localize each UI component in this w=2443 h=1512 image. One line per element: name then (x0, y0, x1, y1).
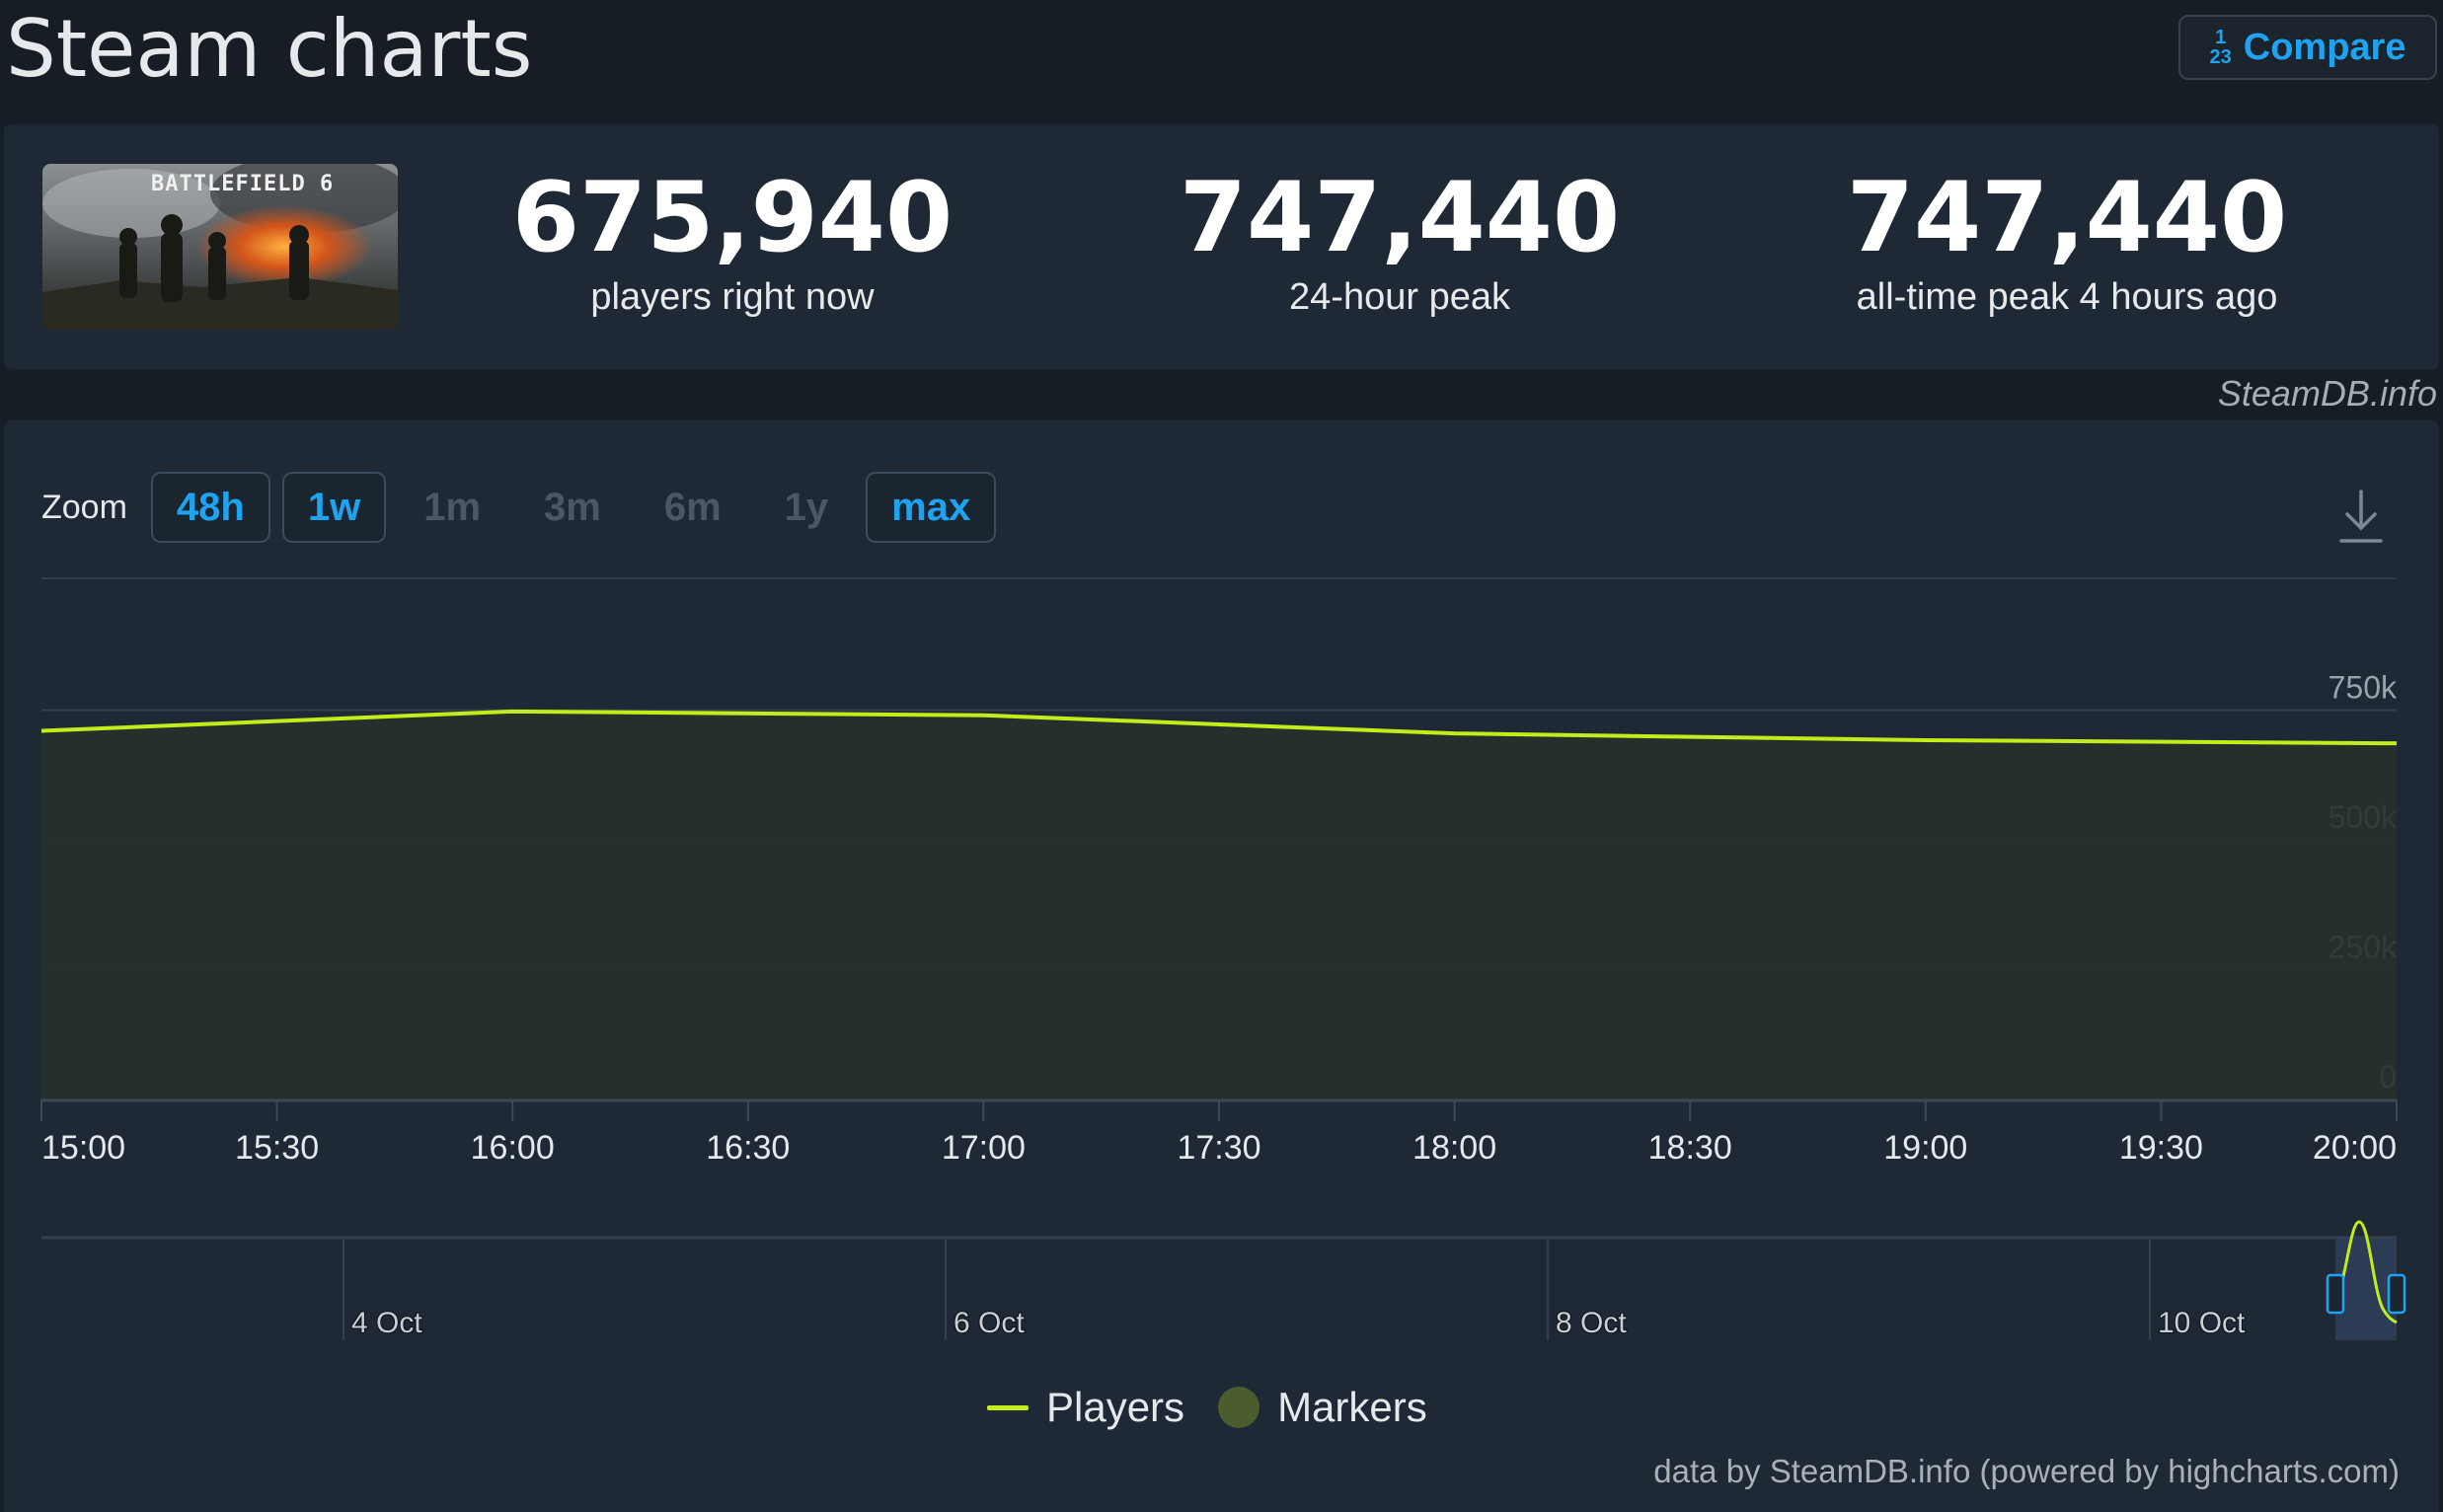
all-time-peak-value: 747,440 (1846, 162, 2288, 274)
navigator-selection (2335, 1238, 2397, 1340)
peak-24h-stat: 747,440 24-hour peak (1123, 164, 1676, 319)
navigator-date-label: 10 Oct (2158, 1307, 2246, 1339)
navigator-date-label: 6 Oct (954, 1307, 1025, 1339)
x-tick-label: 20:00 (2313, 1129, 2397, 1167)
steamdb-watermark: SteamDB.info (2217, 373, 2437, 414)
compare-icon: 1 23 (2209, 27, 2232, 68)
legend-players[interactable]: Players (987, 1384, 1184, 1431)
legend-markers-label: Markers (1277, 1384, 1427, 1430)
x-tick-label: 15:00 (41, 1129, 125, 1167)
y-tick-label: 750k (2328, 670, 2398, 706)
game-banner-text: BATTLEFIELD 6 (151, 172, 335, 196)
all-time-peak-label: all-time peak 4 hours ago (1856, 276, 2278, 318)
chart-legend: Players Markers (987, 1384, 1427, 1431)
current-players-label: players right now (590, 276, 875, 318)
navigator-date-label: 4 Oct (351, 1307, 422, 1339)
navigator-handle-right (2387, 1273, 2406, 1315)
x-tick-label: 19:00 (1883, 1129, 1967, 1167)
compare-label: Compare (2243, 26, 2406, 68)
x-tick-label: 17:00 (942, 1129, 1026, 1167)
peak-24h-label: 24-hour peak (1289, 276, 1510, 318)
chart-panel: Zoom 48h1w1m3m6m1ymax 750k500k250k015:00… (4, 420, 2439, 1512)
legend-markers[interactable]: Markers (1218, 1384, 1427, 1431)
page-title: Steam charts (6, 3, 533, 95)
players-area (41, 711, 2397, 1099)
x-tick-label: 15:30 (235, 1129, 319, 1167)
navigator-handle-left (2326, 1273, 2345, 1315)
x-tick-label: 16:30 (706, 1129, 790, 1167)
current-players-stat: 675,940 players right now (456, 164, 1009, 319)
compare-button[interactable]: 1 23 Compare (2178, 15, 2437, 80)
current-players-value: 675,940 (511, 162, 954, 274)
legend-players-label: Players (1046, 1384, 1185, 1430)
peak-24h-value: 747,440 (1179, 162, 1621, 274)
players-legend-swatch (987, 1404, 1029, 1410)
x-tick-label: 19:30 (2119, 1129, 2203, 1167)
markers-legend-swatch (1218, 1387, 1260, 1428)
stats-panel: BATTLEFIELD 6 675,940 players right now … (4, 124, 2439, 369)
game-thumbnail[interactable]: BATTLEFIELD 6 (42, 164, 398, 330)
navigator-date-label: 8 Oct (1556, 1307, 1627, 1339)
chart-credits[interactable]: data by SteamDB.info (powered by highcha… (1653, 1453, 2400, 1490)
players-chart[interactable]: 750k500k250k015:0015:3016:0016:3017:0017… (4, 420, 2439, 1512)
all-time-peak-stat: 747,440 all-time peak 4 hours ago (1791, 164, 2343, 319)
x-tick-label: 16:00 (471, 1129, 555, 1167)
x-tick-label: 17:30 (1177, 1129, 1260, 1167)
x-tick-label: 18:30 (1648, 1129, 1732, 1167)
x-tick-label: 18:00 (1412, 1129, 1496, 1167)
